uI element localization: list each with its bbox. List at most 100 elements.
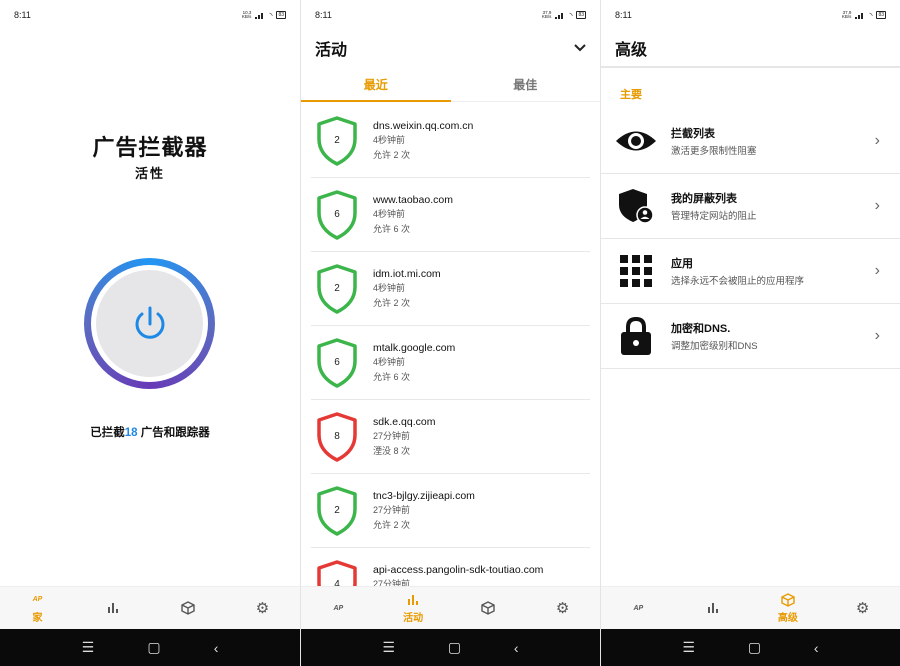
lock-icon [621, 316, 651, 355]
power-button[interactable] [96, 270, 203, 377]
bar-chart-icon [708, 603, 719, 613]
home-square-icon[interactable]: ▢ [748, 639, 761, 656]
header-divider [601, 66, 900, 68]
power-ring [84, 258, 215, 389]
nav-activity[interactable]: 活动 [376, 587, 451, 629]
nav-advanced[interactable] [150, 587, 225, 629]
back-icon[interactable]: ‹ [814, 640, 819, 656]
activity-time: 4秒钟前 [373, 209, 406, 219]
activity-row[interactable]: 2 idm.iot.mi.com 4秒钟前 允许 2 次 [311, 252, 590, 326]
wifi-icon: ◝ [569, 10, 573, 20]
adv-item-my-blocklist[interactable]: 我的屏蔽列表 管理特定网站的阻止 › [601, 174, 900, 239]
bottom-nav: AP 高级 ⚙ [601, 586, 900, 629]
request-count: 2 [334, 504, 340, 516]
menu-icon[interactable]: ☰ [682, 639, 695, 656]
cube-icon [180, 601, 195, 615]
shield-icon: 6 [315, 337, 359, 389]
chevron-right-icon: › [874, 327, 880, 344]
nav-activity[interactable] [676, 587, 751, 629]
adv-item-subtitle: 管理特定网站的阻止 [671, 211, 757, 222]
tab-recent[interactable]: 最近 [301, 68, 451, 102]
home-square-icon[interactable]: ▢ [448, 639, 461, 656]
adv-item-title: 加密和DNS. [671, 323, 731, 335]
adv-item-subtitle: 选择永远不会被阻止的应用程序 [671, 276, 805, 287]
advanced-screen: 8:11 37.9 KB/s ◝ 83 高级 主要 拦截列表 激活更多限制性阻塞… [600, 0, 900, 666]
activity-domain: www.taobao.com [373, 194, 453, 206]
bar-chart-icon [408, 594, 419, 605]
activity-detail: 湮没 8 次 [373, 446, 411, 456]
chevron-right-icon: › [874, 262, 880, 279]
blocked-suffix: 广告和跟踪器 [137, 427, 210, 439]
nav-advanced[interactable] [451, 587, 526, 629]
nav-home-label: 家 [32, 612, 43, 624]
adv-item-title: 应用 [671, 258, 693, 270]
network-speed: 37.9 KB/s [541, 9, 552, 19]
adv-item-subtitle: 调整加密级别和DNS [671, 341, 758, 352]
system-nav-bar: ☰ ▢ ‹ [0, 629, 300, 666]
power-icon [135, 306, 164, 339]
nav-advanced-label: 高级 [777, 612, 798, 624]
adv-item-encryption-dns[interactable]: 加密和DNS. 调整加密级别和DNS › [601, 304, 900, 369]
nav-home[interactable]: AP [601, 587, 676, 629]
gear-icon: ⚙ [255, 600, 270, 617]
battery-indicator: 83 [876, 11, 886, 19]
request-count: 2 [334, 134, 340, 146]
activity-row[interactable]: 6 mtalk.google.com 4秒钟前 允许 6 次 [311, 326, 590, 400]
advanced-header: 高级 [601, 30, 900, 66]
status-time: 8:11 [615, 10, 632, 20]
network-speed: 10.3 KB/s [241, 9, 252, 19]
activity-row[interactable]: 6 www.taobao.com 4秒钟前 允许 6 次 [311, 178, 590, 252]
status-bar: 8:11 10.3 KB/s ◝ 83 [0, 0, 300, 30]
protection-status: 活性 [134, 166, 165, 181]
power-ring-inner [91, 265, 208, 382]
activity-detail: 允许 6 次 [373, 224, 411, 234]
wifi-icon: ◝ [869, 10, 873, 20]
activity-row[interactable]: 2 dns.weixin.qq.com.cn 4秒钟前 允许 2 次 [311, 104, 590, 178]
activity-time: 27分钟前 [373, 579, 411, 586]
activity-header: 活动 [301, 30, 600, 66]
nav-advanced[interactable]: 高级 [751, 587, 826, 629]
shield-icon: 2 [315, 485, 359, 537]
back-icon[interactable]: ‹ [514, 640, 519, 656]
activity-list: 2 dns.weixin.qq.com.cn 4秒钟前 允许 2 次 6 www.taob… [311, 104, 590, 586]
activity-detail: 允许 6 次 [373, 372, 411, 382]
signal-icon [855, 12, 865, 19]
adv-item-blocklists[interactable]: 拦截列表 激活更多限制性阻塞 › [601, 109, 900, 174]
menu-icon[interactable]: ☰ [382, 639, 395, 656]
activity-row[interactable]: 8 sdk.e.qq.com 27分钟前 湮没 8 次 [311, 400, 590, 474]
nav-home[interactable]: AP [301, 587, 376, 629]
signal-icon [555, 12, 565, 19]
menu-icon[interactable]: ☰ [82, 639, 95, 656]
shield-icon: 2 [315, 263, 359, 315]
app-title: 广告拦截器 [92, 135, 208, 160]
chevron-down-icon[interactable] [574, 44, 586, 52]
bottom-nav: AP 活动 ⚙ [301, 586, 600, 629]
shield-user-icon [619, 189, 654, 224]
request-count: 2 [334, 282, 340, 294]
shield-icon: 2 [315, 115, 359, 167]
nav-settings[interactable]: ⚙ [525, 587, 600, 629]
page-title: 高级 [615, 42, 648, 59]
activity-row[interactable]: 2 tnc3-bjlgy.zijieapi.com 27分钟前 允许 2 次 [311, 474, 590, 548]
activity-time: 27分钟前 [373, 505, 411, 515]
advanced-list: 拦截列表 激活更多限制性阻塞 › 我的屏蔽列表 管理特定网站的阻止 › 应用 选… [601, 109, 900, 369]
battery-indicator: 83 [576, 11, 586, 19]
activity-row[interactable]: 4 api-access.pangolin-sdk-toutiao.com 27分钟… [311, 548, 590, 586]
blocked-count: 18 [124, 427, 138, 439]
wifi-icon: ◝ [269, 10, 273, 20]
back-icon[interactable]: ‹ [214, 640, 219, 656]
nav-activity[interactable] [75, 587, 150, 629]
adv-item-title: 我的屏蔽列表 [671, 193, 737, 205]
gear-icon: ⚙ [555, 600, 570, 617]
shield-icon: 4 [315, 559, 359, 586]
gear-icon: ⚙ [855, 600, 870, 617]
nav-settings[interactable]: ⚙ [225, 587, 300, 629]
nav-settings[interactable]: ⚙ [825, 587, 900, 629]
tab-top[interactable]: 最佳 [451, 68, 601, 101]
chevron-right-icon: › [874, 197, 880, 214]
home-square-icon[interactable]: ▢ [147, 639, 160, 656]
bottom-nav: AP 家 ⚙ [0, 586, 300, 629]
nav-home[interactable]: AP 家 [0, 587, 75, 629]
adv-item-apps[interactable]: 应用 选择永远不会被阻止的应用程序 › [601, 239, 900, 304]
activity-domain: mtalk.google.com [373, 342, 456, 354]
